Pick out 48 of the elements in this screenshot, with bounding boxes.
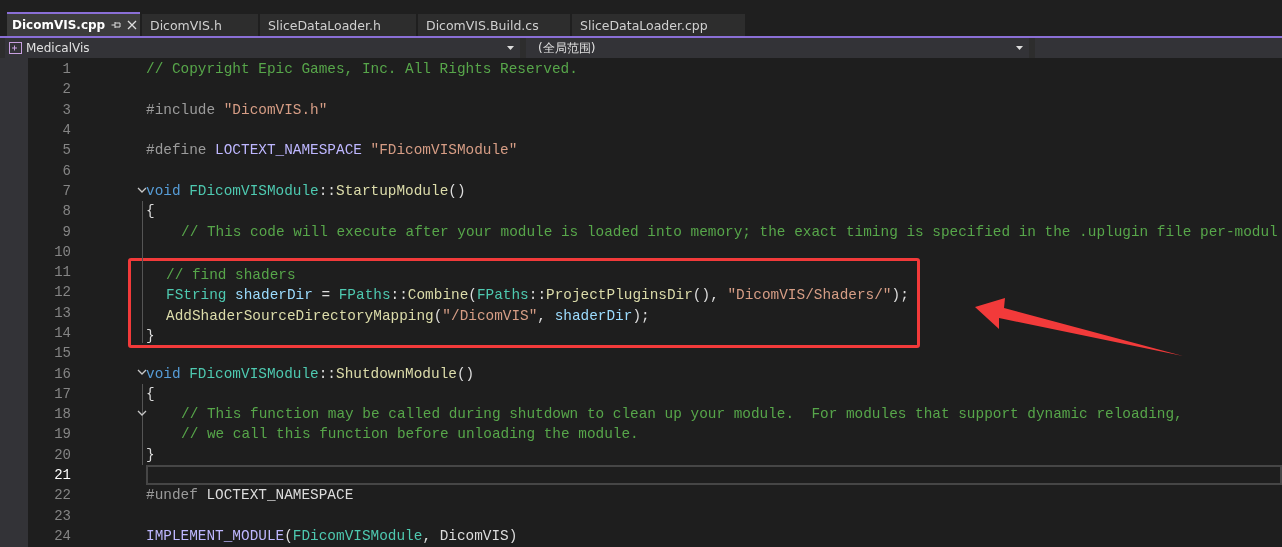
line-number: 8 [61,203,71,220]
code-line: // find shaders [166,267,296,284]
line-number: 23 [53,507,71,524]
code-line: { [146,203,155,220]
line-number: 22 [53,487,71,504]
line-number: 9 [61,223,71,240]
code-line: // we call this function before unloading the module. [181,426,639,443]
line-number: 13 [53,303,71,323]
code-line: void FDicomVISModule::StartupModule() [146,182,466,199]
code-line: // Copyright Epic Games, Inc. All Rights Reserved. [146,61,578,78]
line-number: 5 [61,142,71,159]
line-number: 12 [53,283,71,303]
line-number: 2 [61,81,71,98]
line-number: 16 [53,365,71,382]
code-line: } [146,446,155,463]
line-number: 17 [53,385,71,402]
code-line: } [146,328,155,344]
code-line: #define LOCTEXT_NAMESPACE "FDicomVISModule" [146,142,518,159]
line-number: 11 [53,262,71,282]
line-number: 4 [61,122,71,139]
code-line: void FDicomVISModule::ShutdownModule() [146,365,475,382]
line-number: 14 [53,323,71,343]
code-line: #include "DicomVIS.h" [146,101,328,118]
code-line: FString shaderDir = FPaths::Combine(FPaths::ProjectPluginsDir(), "DicomVIS/Shaders/"); [166,287,909,304]
line-number: 7 [61,182,71,199]
file-tab[interactable]: DicomVIS.Build.cs [418,14,570,36]
file-tab[interactable]: SliceDataLoader.cpp [572,14,745,36]
scope-dropdown[interactable]: (全局范围) [526,38,1029,58]
code-line: // This code will execute after your module is loaded into memory; the exact timing is specified in the .uplugin file per-modul [181,223,1278,240]
line-number: 21 [53,467,71,484]
project-dropdown[interactable]: MedicalVis [5,38,520,58]
line-number: 10 [53,243,71,260]
line-number: 18 [53,406,71,423]
file-tab[interactable]: DicomVIS.h [142,14,258,36]
file-tab[interactable]: DicomVIS.cpp [7,12,140,36]
code-line: IMPLEMENT_MODULE(FDicomVISModule, DicomVIS) [146,527,518,544]
code-line: #undef LOCTEXT_NAMESPACE [146,487,354,504]
file-tab[interactable]: SliceDataLoader.h [260,14,416,36]
line-number: 20 [53,446,71,463]
code-line: AddShaderSourceDirectoryMapping("/DicomVIS", shaderDir); [166,307,650,324]
line-number: 15 [53,345,71,362]
line-number: 19 [53,426,71,443]
code-line: { [146,385,155,402]
line-number: 6 [61,162,71,179]
line-number: 24 [53,527,71,544]
line-number: 3 [61,101,71,118]
code-line: // This function may be called during shutdown to clean up your module. For modules that support dynamic reloading, [181,406,1183,423]
line-number: 1 [61,61,71,78]
